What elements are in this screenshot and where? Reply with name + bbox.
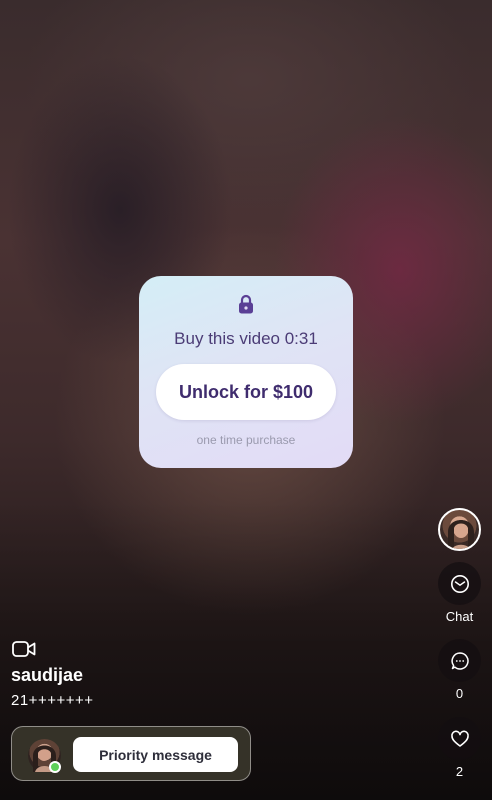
comments-button[interactable] xyxy=(438,639,481,682)
unlock-card: Buy this video 0:31 Unlock for $100 one … xyxy=(139,276,353,468)
online-status-dot xyxy=(49,761,61,773)
chat-button[interactable] xyxy=(438,562,481,605)
priority-message-bar: Priority message xyxy=(11,726,251,781)
comments-count: 0 xyxy=(455,686,464,701)
creator-avatar[interactable] xyxy=(438,508,481,551)
mail-icon xyxy=(450,574,469,593)
priority-message-button[interactable]: Priority message xyxy=(73,737,238,772)
video-camera-icon xyxy=(12,641,36,657)
unlock-title: Buy this video 0:31 xyxy=(174,329,318,348)
purchase-note: one time purchase xyxy=(196,433,296,447)
chat-label: Chat xyxy=(445,609,474,624)
lock-icon xyxy=(239,294,253,314)
post-caption: 21+++++++ xyxy=(11,692,94,709)
likes-count: 2 xyxy=(455,764,464,779)
comment-icon xyxy=(450,651,469,670)
like-button[interactable] xyxy=(438,717,481,760)
creator-username[interactable]: saudijae xyxy=(11,665,83,686)
unlock-button[interactable]: Unlock for $100 xyxy=(156,364,336,420)
heart-icon xyxy=(450,730,469,747)
